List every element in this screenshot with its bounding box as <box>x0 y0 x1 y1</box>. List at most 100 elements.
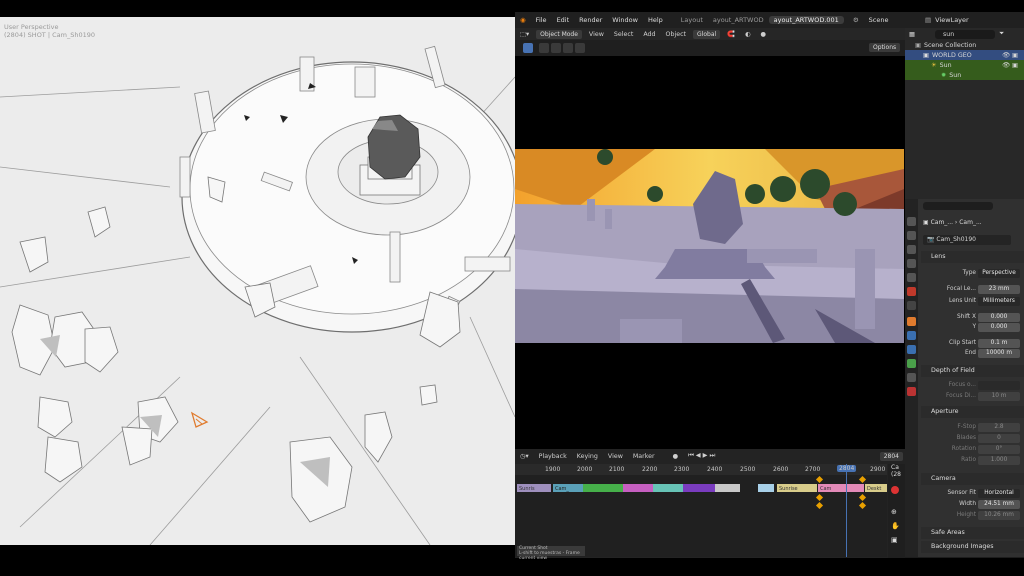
select-extend-icon[interactable] <box>551 43 561 53</box>
strip-desktop[interactable]: Deskt <box>865 484 887 492</box>
outliner-type-icon[interactable]: ▦ <box>909 31 915 38</box>
menu-view[interactable]: View <box>584 31 609 38</box>
properties-search-input[interactable] <box>923 202 993 210</box>
strip-teal[interactable] <box>653 484 683 492</box>
keyframe-diamond[interactable] <box>815 501 824 510</box>
menu-edit[interactable]: Edit <box>552 16 575 24</box>
strip-cam-2[interactable]: Cam <box>818 484 864 492</box>
outliner-row-sun[interactable]: ☀ Sun 👁 ▣ <box>905 60 1024 70</box>
dof-section-header[interactable]: Depth of Field <box>921 365 1024 377</box>
strip-cam[interactable]: Cam_ <box>553 484 583 492</box>
select-subtract-icon[interactable] <box>563 43 573 53</box>
outliner-row-world-geo[interactable]: ▣ WORLD GEO 👁 ▣ <box>905 50 1024 60</box>
lens-section-header[interactable]: Lens <box>921 251 1024 263</box>
left-3d-viewport[interactable]: User Perspective (2804) SHOT | Cam_Sh019… <box>0 17 515 545</box>
keyframe-diamond[interactable] <box>815 493 824 502</box>
object-tab-icon[interactable] <box>907 317 916 326</box>
outliner-panel[interactable]: ▤ ViewLayer ▦ sun ⏷ ▣ Scene Collection ▣… <box>905 12 1024 199</box>
menu-file[interactable]: File <box>531 16 552 24</box>
focus-object-field[interactable] <box>978 381 1020 390</box>
editor-type-icon[interactable]: ⬚▾ <box>515 31 534 38</box>
hand-icon[interactable]: ✋ <box>891 522 905 530</box>
scene-name[interactable]: Scene <box>864 16 894 24</box>
rotation-field[interactable]: 0° <box>978 445 1020 454</box>
type-dropdown[interactable]: Perspective <box>978 269 1020 278</box>
strip-sunrise-2[interactable]: Sunrise <box>777 484 817 492</box>
workspace-tab-artwod-001[interactable]: ayout_ARTWOD.001 <box>768 16 844 24</box>
material-tab-icon[interactable] <box>907 387 916 396</box>
menu-render[interactable]: Render <box>574 16 607 24</box>
blender-logo-icon[interactable]: ◉ <box>515 16 531 24</box>
outliner-row-scene-collection[interactable]: ▣ Scene Collection <box>905 40 1024 50</box>
menu-add[interactable]: Add <box>638 31 660 38</box>
current-frame-field[interactable]: 2804 <box>879 451 903 461</box>
timeline-editor[interactable]: ◷▾ Playback Keying View Marker ● ⏮ ◀ ▶ ⏭… <box>515 449 905 561</box>
strip-grey[interactable] <box>715 484 740 492</box>
shift-x-field[interactable]: 0.000 <box>978 313 1020 322</box>
menu-object[interactable]: Object <box>661 31 692 38</box>
snap-icon[interactable]: 🧲 <box>722 30 740 38</box>
sensor-width-field[interactable]: 24.51 mm <box>978 500 1020 509</box>
camera-viewport[interactable] <box>515 56 905 449</box>
filter-icon[interactable]: ⏷ <box>999 30 1004 38</box>
keyframe-diamond[interactable] <box>858 475 867 484</box>
record-icon[interactable] <box>891 486 899 494</box>
safe-areas-section-header[interactable]: Safe Areas <box>921 527 1024 539</box>
strip-lightblue[interactable] <box>758 484 774 492</box>
auto-key-icon[interactable]: ● <box>668 453 684 460</box>
focus-distance-field[interactable]: 10 m <box>978 392 1020 401</box>
breadcrumb-data[interactable]: Cam_... <box>959 219 981 226</box>
camera-name-field[interactable]: 📷 Cam_Sh0190 <box>923 235 1011 245</box>
clip-end-field[interactable]: 10000 m <box>978 349 1020 358</box>
focal-length-field[interactable]: 23 mm <box>978 285 1020 294</box>
camera-section-header[interactable]: Camera <box>921 473 1024 485</box>
select-tool-icon[interactable] <box>523 43 533 53</box>
render-tab-icon[interactable] <box>907 231 916 240</box>
workspace-tab-layout[interactable]: Layout <box>676 16 708 24</box>
play-controls-icon[interactable]: ⏮ ◀ ▶ ⏭ <box>683 452 720 460</box>
world-tab-icon[interactable] <box>907 287 916 296</box>
ratio-field[interactable]: 1.000 <box>978 456 1020 465</box>
breadcrumb-object[interactable]: Cam_... <box>931 219 953 226</box>
outliner-search-input[interactable]: sun <box>935 29 995 39</box>
object-mode-dropdown[interactable]: Object Mode <box>536 29 582 39</box>
menu-window[interactable]: Window <box>607 16 643 24</box>
select-box-icon[interactable] <box>539 43 549 53</box>
scene-tab-icon[interactable] <box>907 273 916 282</box>
options-dropdown[interactable]: Options <box>869 43 901 52</box>
strip-green[interactable] <box>583 484 623 492</box>
menu-timeline-view[interactable]: View <box>603 453 628 460</box>
modifier-tab-icon[interactable] <box>907 331 916 340</box>
menu-select[interactable]: Select <box>609 31 638 38</box>
playhead-line[interactable] <box>846 464 847 557</box>
background-images-section-header[interactable]: Background Images <box>921 541 1024 553</box>
outliner-row-sun-data[interactable]: ✹ Sun <box>905 70 1024 80</box>
view-layer-name[interactable]: ViewLayer <box>935 16 969 24</box>
blades-field[interactable]: 0 <box>978 434 1020 443</box>
lens-unit-dropdown[interactable]: Millimeters <box>978 297 1020 306</box>
timeline-track-area[interactable]: Sunris Cam_ Sunrise Cam Deskt Current Sh… <box>515 464 887 561</box>
overlay-icon[interactable]: ◐ <box>740 31 756 38</box>
collection-tab-icon[interactable] <box>907 301 916 310</box>
visibility-icon[interactable]: 👁 ▣ <box>1002 51 1018 59</box>
constraint-tab-icon[interactable] <box>907 373 916 382</box>
clip-start-field[interactable]: 0.1 m <box>978 339 1020 348</box>
strip-magenta[interactable] <box>623 484 653 492</box>
tool-tab-icon[interactable] <box>907 217 916 226</box>
menu-playback[interactable]: Playback <box>534 453 572 460</box>
keyframe-diamond[interactable] <box>815 475 824 484</box>
keyframe-diamond[interactable] <box>858 501 867 510</box>
aperture-section-header[interactable]: Aperture <box>921 406 1024 418</box>
output-tab-icon[interactable] <box>907 245 916 254</box>
workspace-tab-artwod[interactable]: ayout_ARTWOD <box>708 16 769 24</box>
gizmo-icon[interactable]: ⊕ <box>891 508 905 516</box>
view-layer-tab-icon[interactable] <box>907 259 916 268</box>
timeline-editor-type-icon[interactable]: ◷▾ <box>515 453 534 460</box>
sensor-fit-dropdown[interactable]: Horizontal <box>978 489 1020 498</box>
select-invert-icon[interactable] <box>575 43 585 53</box>
camera-data-tab-icon[interactable] <box>907 359 916 368</box>
sensor-height-field[interactable]: 10.26 mm <box>978 511 1020 520</box>
properties-panel[interactable]: ▣ Cam_... › Cam_... 📷 Cam_Sh0190 Lens Ty… <box>905 199 1024 557</box>
strip-sunrise[interactable]: Sunris <box>517 484 551 492</box>
visibility-icon[interactable]: 👁 ▣ <box>1002 61 1018 69</box>
